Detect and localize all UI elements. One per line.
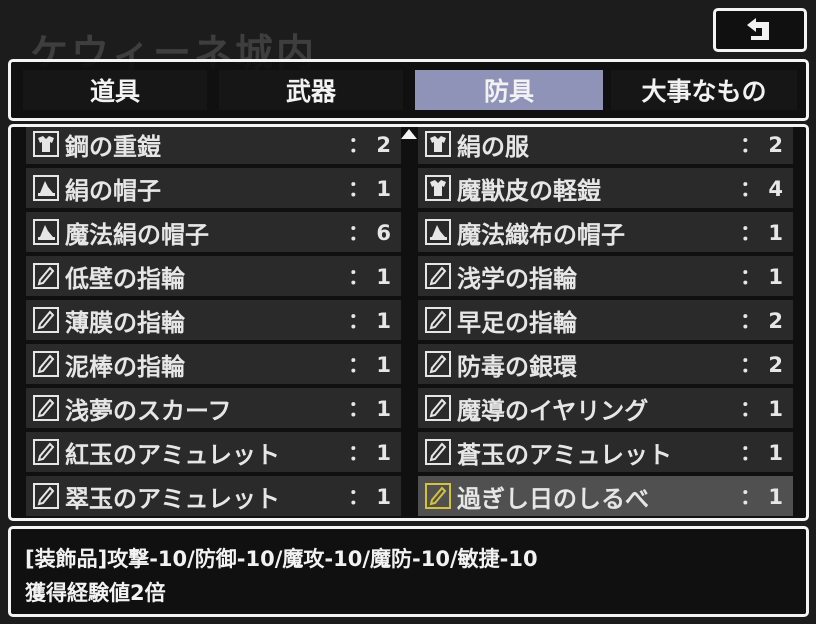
category-tabs: 道具 武器 防具 大事なもの	[8, 59, 809, 121]
item-count: ： 1	[348, 177, 391, 201]
accessory-icon	[31, 393, 61, 423]
item-count: ： 1	[348, 353, 391, 377]
item-row[interactable]: 絹の帽子 ： 1	[26, 168, 401, 208]
item-name: 過ぎし日のしるべ	[457, 484, 649, 513]
hat-icon	[31, 217, 61, 247]
item-row[interactable]: 薄膜の指輪 ： 1	[26, 300, 401, 340]
item-count: ： 1	[348, 309, 391, 333]
item-count: ： 4	[740, 177, 783, 201]
item-name: 防毒の銀環	[457, 352, 577, 381]
accessory-icon	[423, 437, 453, 467]
item-row[interactable]: 早足の指輪 ： 2	[418, 300, 793, 340]
item-row[interactable]: 絹の服 ： 2	[418, 127, 793, 164]
item-row[interactable]: 魔法絹の帽子 ： 6	[26, 212, 401, 252]
accessory-icon	[423, 261, 453, 291]
item-name: 魔導のイヤリング	[457, 396, 649, 425]
item-name: 泥棒の指輪	[65, 352, 185, 381]
tab-items[interactable]: 道具	[23, 70, 207, 110]
item-row[interactable]: 蒼玉のアミュレット ： 1	[418, 432, 793, 472]
hat-icon	[31, 173, 61, 203]
accessory-icon	[423, 481, 453, 511]
item-name: 浅学の指輪	[457, 264, 577, 293]
item-name: 低壁の指輪	[65, 264, 185, 293]
item-count: ： 1	[740, 397, 783, 421]
hat-icon	[423, 217, 453, 247]
return-arrow-icon	[747, 18, 769, 40]
tab-key-items[interactable]: 大事なもの	[611, 70, 797, 110]
item-description: [装飾品]攻撃-10/防御-10/魔攻-10/魔防-10/敏捷-10 獲得経験値…	[8, 526, 809, 617]
light-armor-icon	[423, 173, 453, 203]
item-count: ： 1	[740, 265, 783, 289]
item-count: ： 1	[348, 265, 391, 289]
tab-weapons[interactable]: 武器	[219, 70, 403, 110]
back-button[interactable]	[713, 8, 807, 52]
description-line-2: 獲得経験値2倍	[25, 581, 166, 605]
item-count: ： 1	[740, 441, 783, 465]
accessory-icon	[423, 393, 453, 423]
item-row[interactable]: 過ぎし日のしるべ ： 1	[418, 476, 793, 516]
item-name: 鋼の重鎧	[65, 132, 161, 161]
item-count: ： 2	[740, 353, 783, 377]
item-row[interactable]: 防毒の銀環 ： 2	[418, 344, 793, 384]
item-row[interactable]: 紅玉のアミュレット ： 1	[26, 432, 401, 472]
item-name: 絹の服	[457, 132, 529, 161]
item-row[interactable]: 浅夢のスカーフ ： 1	[26, 388, 401, 428]
item-row[interactable]: 低壁の指輪 ： 1	[26, 256, 401, 296]
item-name: 薄膜の指輪	[65, 308, 185, 337]
accessory-icon	[31, 349, 61, 379]
item-name: 紅玉のアミュレット	[65, 440, 281, 469]
accessory-icon	[423, 305, 453, 335]
item-name: 蒼玉のアミュレット	[457, 440, 673, 469]
accessory-icon	[31, 305, 61, 335]
item-count: ： 1	[348, 441, 391, 465]
item-count: ： 2	[740, 309, 783, 333]
item-row[interactable]: 魔法織布の帽子 ： 1	[418, 212, 793, 252]
item-count: ： 6	[348, 221, 391, 245]
item-count: ： 2	[348, 133, 391, 157]
item-name: 魔法絹の帽子	[65, 220, 209, 249]
accessory-icon	[423, 349, 453, 379]
item-row[interactable]: 泥棒の指輪 ： 1	[26, 344, 401, 384]
item-count: ： 1	[348, 485, 391, 509]
item-name: 魔獣皮の軽鎧	[457, 176, 601, 205]
item-count: ： 1	[348, 397, 391, 421]
item-count: ： 1	[740, 221, 783, 245]
item-row[interactable]: 魔獣皮の軽鎧 ： 4	[418, 168, 793, 208]
item-row[interactable]: 浅学の指輪 ： 1	[418, 256, 793, 296]
accessory-icon	[31, 481, 61, 511]
item-count: ： 2	[740, 133, 783, 157]
item-count: ： 1	[740, 485, 783, 509]
item-name: 魔法織布の帽子	[457, 220, 625, 249]
item-row[interactable]: 翠玉のアミュレット ： 1	[26, 476, 401, 516]
item-row[interactable]: 魔導のイヤリング ： 1	[418, 388, 793, 428]
tab-armor[interactable]: 防具	[415, 70, 603, 110]
description-line-1: [装飾品]攻撃-10/防御-10/魔攻-10/魔防-10/敏捷-10	[25, 547, 538, 571]
scroll-up-arrow[interactable]	[401, 129, 417, 139]
item-name: 翠玉のアミュレット	[65, 484, 281, 513]
accessory-icon	[31, 437, 61, 467]
item-row[interactable]: 鋼の重鎧 ： 2	[26, 127, 401, 164]
item-name: 絹の帽子	[65, 176, 161, 205]
item-list: 鋼の重鎧： 2 絹の服： 2 絹の帽子： 1 魔獣皮の軽鎧： 4 魔法絹の帽子： 6 魔法…	[8, 124, 809, 521]
armor-icon	[423, 129, 453, 159]
armor-icon	[31, 129, 61, 159]
accessory-icon	[31, 261, 61, 291]
item-name: 浅夢のスカーフ	[65, 396, 232, 425]
item-name: 早足の指輪	[457, 308, 577, 337]
